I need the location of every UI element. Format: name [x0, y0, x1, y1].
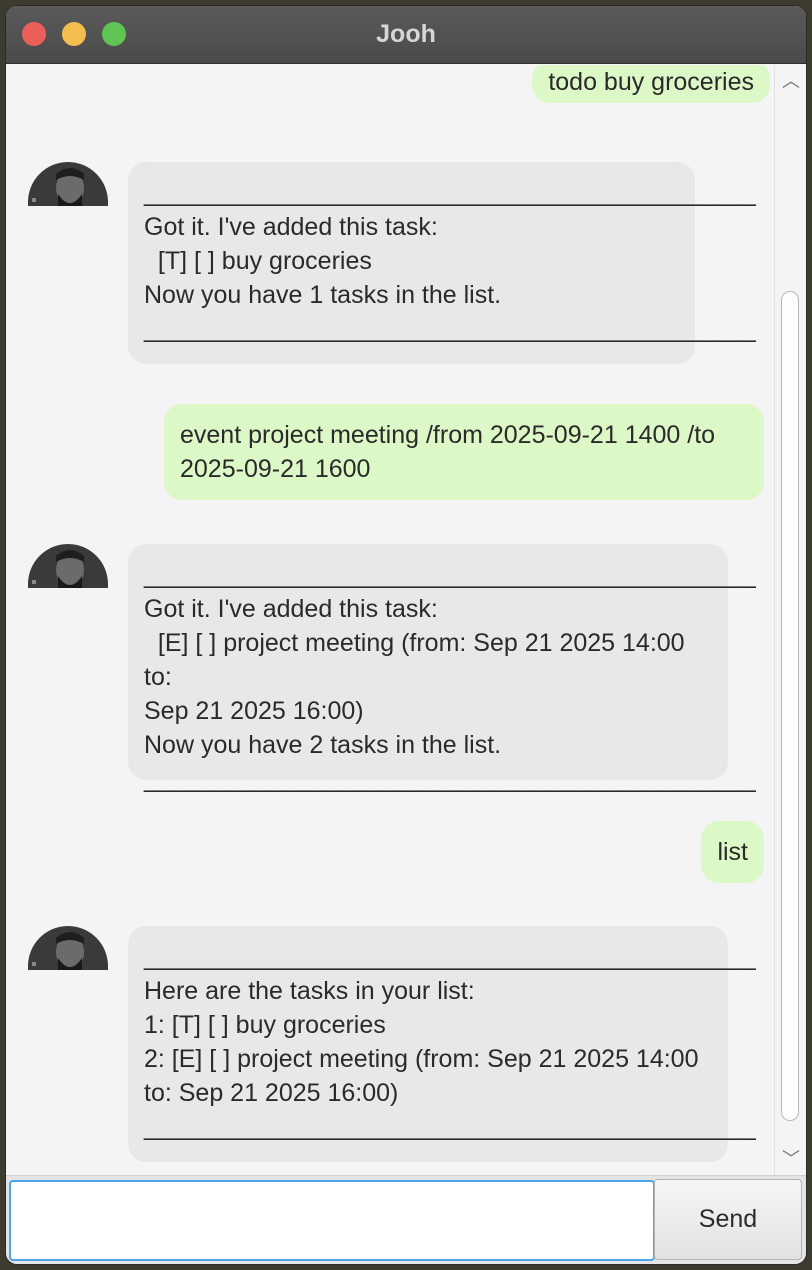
bot-avatar [28, 544, 108, 588]
bot-message-text: ________________________________________… [144, 561, 756, 793]
bot-message-text: ________________________________________… [144, 179, 756, 343]
chat-dialog-container[interactable]: todo buy groceries _____________________… [6, 65, 774, 1175]
avatar-portrait-icon [28, 162, 108, 206]
bot-avatar [28, 162, 108, 206]
vertical-scrollbar[interactable]: ︿ ﹀ [774, 65, 806, 1175]
scroll-thumb[interactable] [781, 291, 799, 1121]
user-message-text: event project meeting /from 2025-09-21 1… [180, 421, 716, 483]
avatar-portrait-icon [28, 926, 108, 970]
user-message-bubble: todo buy groceries [532, 65, 770, 103]
scroll-up-arrow-icon[interactable]: ︿ [775, 67, 806, 97]
input-bar: Send [6, 1175, 806, 1264]
user-message-bubble: event project meeting /from 2025-09-21 1… [164, 404, 764, 500]
bot-message-bubble: ________________________________________… [128, 926, 756, 1162]
user-message-text: todo buy groceries [548, 68, 754, 96]
title-bar: Jooh [6, 6, 806, 64]
bot-avatar [28, 926, 108, 970]
window-title: Jooh [376, 20, 436, 48]
send-button[interactable]: Send [654, 1179, 802, 1260]
bot-message-text: ________________________________________… [144, 943, 756, 1141]
user-message-text: list [717, 838, 748, 866]
app-window: Jooh todo buy groceries ________________… [6, 6, 806, 1264]
avatar-portrait-icon [28, 544, 108, 588]
message-input[interactable] [9, 1180, 655, 1261]
scroll-down-arrow-icon[interactable]: ﹀ [775, 1145, 806, 1175]
user-message-bubble: list [701, 821, 764, 883]
bot-message-bubble: ________________________________________… [128, 162, 756, 364]
bot-message-bubble: ________________________________________… [128, 544, 756, 793]
